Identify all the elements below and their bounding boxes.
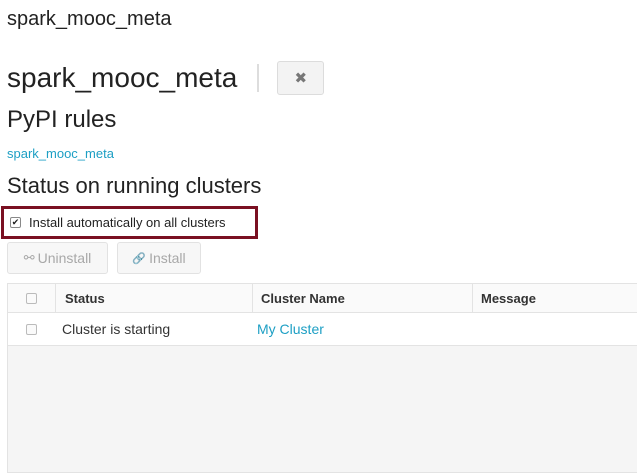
close-button[interactable]: ✖ xyxy=(277,61,325,95)
row-select-cell xyxy=(8,313,55,345)
package-link[interactable]: spark_mooc_meta xyxy=(7,146,114,161)
title-divider xyxy=(257,64,260,92)
table-row: Cluster is starting My Cluster xyxy=(8,313,637,346)
uninstall-button[interactable]: ⚯ Uninstall xyxy=(7,242,108,274)
row-status: Cluster is starting xyxy=(62,321,171,337)
select-all-checkbox[interactable] xyxy=(26,292,37,304)
select-all-cell xyxy=(8,284,55,312)
row-checkbox[interactable] xyxy=(26,323,37,335)
column-header-message[interactable]: Message xyxy=(472,284,637,312)
breadcrumb: spark_mooc_meta xyxy=(7,8,172,30)
row-message xyxy=(472,313,637,345)
auto-install-option: ✔ Install automatically on all clusters xyxy=(1,206,258,239)
link-icon: 🔗 xyxy=(132,252,147,265)
install-label: Install xyxy=(149,250,186,266)
auto-install-label[interactable]: Install automatically on all clusters xyxy=(29,215,226,230)
row-cluster-name: My Cluster xyxy=(252,313,472,345)
column-header-status[interactable]: Status xyxy=(55,284,252,312)
column-header-cluster-name[interactable]: Cluster Name xyxy=(252,284,472,312)
pypi-rules-heading: PyPI rules xyxy=(7,106,117,133)
page-title: spark_mooc_meta xyxy=(7,62,238,93)
status-heading: Status on running clusters xyxy=(7,173,262,198)
install-button[interactable]: 🔗 Install xyxy=(117,242,201,274)
unlink-icon: ⚯ xyxy=(23,250,35,265)
uninstall-label: Uninstall xyxy=(37,250,92,266)
cluster-status-table: Status Cluster Name Message Cluster is s… xyxy=(7,283,637,473)
cluster-link[interactable]: My Cluster xyxy=(257,321,324,337)
title-row: spark_mooc_meta ✖ xyxy=(7,60,325,96)
close-icon: ✖ xyxy=(294,70,308,87)
auto-install-checkbox[interactable]: ✔ xyxy=(10,217,21,228)
table-header: Status Cluster Name Message xyxy=(8,284,637,313)
